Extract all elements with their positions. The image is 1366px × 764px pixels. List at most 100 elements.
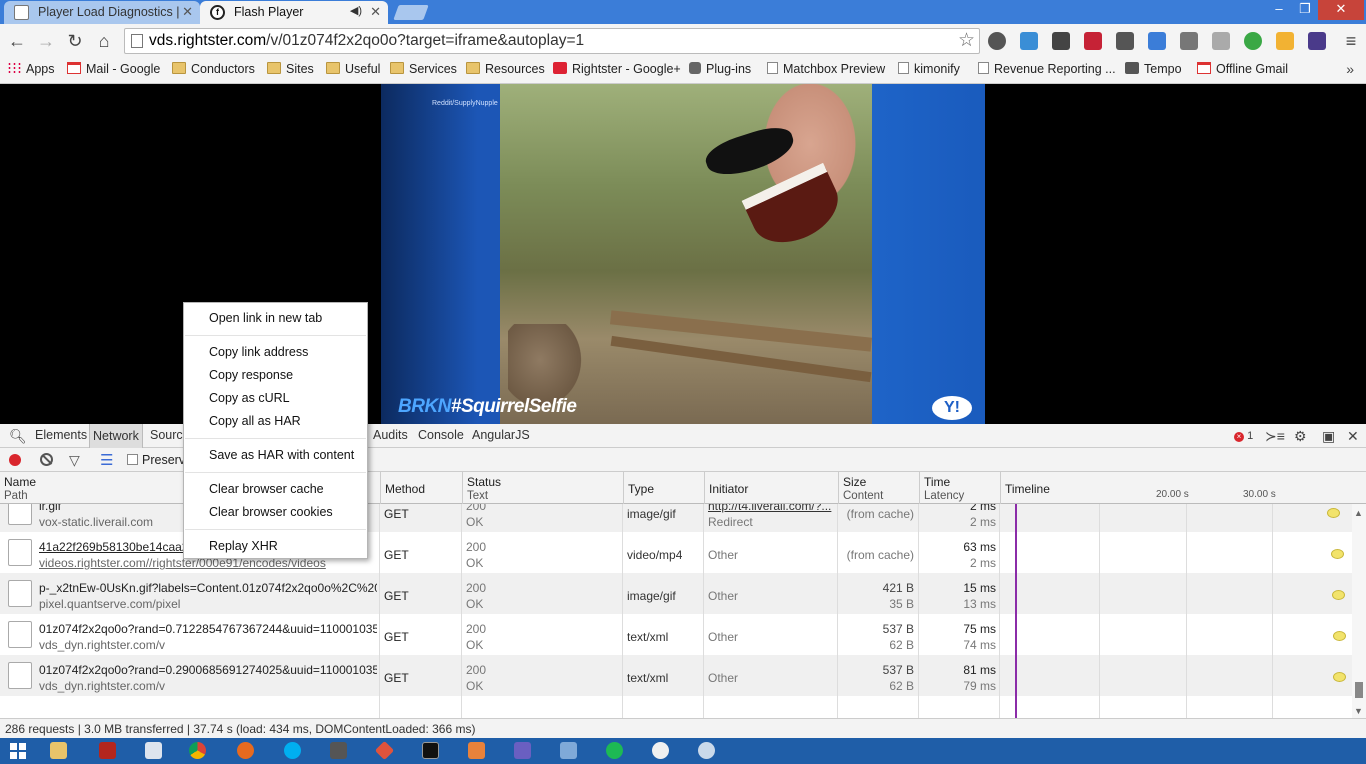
gear-icon[interactable]: ⚙	[1294, 428, 1307, 445]
column-time[interactable]: Time Latency	[919, 472, 1000, 504]
network-scrollbar[interactable]: ▲ ▼	[1352, 504, 1366, 718]
bookmark-useful[interactable]: Useful	[326, 62, 380, 76]
menu-copy-response[interactable]: Copy response	[209, 368, 293, 382]
tab-angularjs[interactable]: AngularJS	[472, 428, 530, 442]
window-close-button[interactable]: ✕	[1318, 0, 1364, 20]
column-size[interactable]: Size Content	[838, 472, 919, 504]
folder-icon	[390, 62, 404, 74]
taskbar-item[interactable]	[177, 739, 217, 763]
tab-player-load-diagnostics[interactable]: Player Load Diagnostics | ✕	[4, 1, 200, 24]
column-method[interactable]: Method	[380, 472, 462, 504]
taskbar-item[interactable]	[225, 739, 265, 763]
reload-icon[interactable]: ↻	[64, 30, 86, 52]
menu-copy-all-as-har[interactable]: Copy all as HAR	[209, 414, 301, 428]
table-row[interactable]: 01z074f2x2qo0o?rand=0.7122854767367244&u…	[0, 614, 1352, 655]
record-button[interactable]	[9, 454, 21, 466]
screenshot-extension-icon[interactable]	[1148, 32, 1166, 50]
lastpass-extension-icon[interactable]	[1084, 32, 1102, 50]
bookmark-services[interactable]: Services	[390, 62, 457, 76]
windows-start-icon[interactable]	[10, 743, 26, 759]
initiator-link[interactable]: http://t4.liverail.com/?...	[708, 504, 834, 513]
scrollbar-thumb[interactable]	[1355, 682, 1363, 698]
incognito-extension-icon[interactable]	[1052, 32, 1070, 50]
bookmark-resources[interactable]: Resources	[466, 62, 545, 76]
taskbar-item[interactable]	[38, 739, 78, 763]
filter-icon[interactable]: ▽	[69, 452, 80, 469]
console-drawer-icon[interactable]: ≻≡	[1265, 428, 1285, 445]
taskbar-item[interactable]	[87, 739, 127, 763]
preserve-log-checkbox[interactable]	[127, 454, 138, 465]
taskbar-item[interactable]	[318, 739, 358, 763]
close-icon[interactable]: ✕	[182, 4, 193, 20]
bookmark-revenue-reporting[interactable]: Revenue Reporting ...	[978, 62, 1116, 76]
menu-open-link-new-tab[interactable]: Open link in new tab	[209, 311, 322, 325]
scroll-up-icon[interactable]: ▲	[1354, 508, 1363, 518]
bookmark-conductors[interactable]: Conductors	[172, 62, 255, 76]
taskbar-item[interactable]	[502, 739, 542, 763]
taskbar-item[interactable]	[640, 739, 680, 763]
new-tab-button[interactable]	[393, 5, 429, 20]
column-status[interactable]: Status Text	[462, 472, 623, 504]
bookmark-plug-ins[interactable]: Plug-ins	[689, 62, 751, 76]
tab-flash-player[interactable]: f Flash Player ◀) ✕	[200, 1, 388, 24]
bookmark-kimonify[interactable]: kimonify	[898, 62, 960, 76]
extension-icon[interactable]	[1308, 32, 1326, 50]
column-initiator[interactable]: Initiator	[704, 472, 838, 504]
recycle-extension-icon[interactable]	[988, 32, 1006, 50]
bookmark-matchbox-preview[interactable]: Matchbox Preview	[767, 62, 885, 76]
taskbar-item[interactable]	[364, 739, 404, 763]
taskbar-item[interactable]	[548, 739, 588, 763]
close-icon[interactable]: ✕	[370, 4, 381, 20]
bookmark-apps[interactable]: Apps	[7, 62, 55, 76]
menu-copy-link-address[interactable]: Copy link address	[209, 345, 308, 359]
bookmark-sites[interactable]: Sites	[267, 62, 314, 76]
menu-clear-browser-cache[interactable]: Clear browser cache	[209, 482, 324, 496]
taskbar-item[interactable]	[410, 739, 450, 763]
error-counter[interactable]: × 1	[1234, 430, 1253, 442]
menu-clear-browser-cookies[interactable]: Clear browser cookies	[209, 505, 333, 519]
tab-audits[interactable]: Audits	[373, 428, 408, 442]
column-type[interactable]: Type	[623, 472, 704, 504]
clear-button[interactable]	[40, 453, 53, 466]
timeline-gridline	[1186, 504, 1187, 718]
taskbar-item[interactable]	[272, 739, 312, 763]
bookmark-offline-gmail[interactable]: Offline Gmail	[1197, 62, 1288, 76]
chrome-icon	[189, 742, 206, 759]
bookmark-rightster-google-plus[interactable]: Rightster - Google+	[553, 62, 681, 76]
scroll-down-icon[interactable]: ▼	[1354, 706, 1363, 716]
bookmark-tempo[interactable]: Tempo	[1125, 62, 1182, 76]
pocket-extension-icon[interactable]	[1116, 32, 1134, 50]
linkedin-extension-icon[interactable]	[1212, 32, 1230, 50]
menu-copy-as-curl[interactable]: Copy as cURL	[209, 391, 290, 405]
menu-save-as-har[interactable]: Save as HAR with content	[209, 448, 354, 462]
cast-extension-icon[interactable]	[1180, 32, 1198, 50]
maximize-button[interactable]: ❐	[1292, 0, 1318, 20]
minimize-button[interactable]: –	[1266, 0, 1292, 20]
taskbar-item[interactable]	[133, 739, 173, 763]
star-icon[interactable]: ☆	[958, 29, 975, 52]
drive-extension-icon[interactable]	[1276, 32, 1294, 50]
table-row[interactable]: 01z074f2x2qo0o?rand=0.2900685691274025&u…	[0, 655, 1352, 696]
forward-icon[interactable]: →	[35, 30, 57, 52]
taskbar-item[interactable]	[686, 739, 726, 763]
taskbar-item[interactable]	[456, 739, 496, 763]
refresh-extension-icon[interactable]	[1020, 32, 1038, 50]
tab-elements[interactable]: Elements	[35, 428, 87, 442]
evernote-extension-icon[interactable]	[1244, 32, 1262, 50]
back-icon[interactable]: ←	[6, 30, 28, 52]
more-bookmarks-icon[interactable]: »	[1346, 61, 1354, 77]
menu-icon[interactable]: ≡	[1340, 30, 1362, 52]
taskbar-item[interactable]	[594, 739, 634, 763]
close-icon[interactable]: ✕	[1347, 428, 1359, 445]
dock-icon[interactable]: ▣	[1322, 428, 1335, 445]
address-bar[interactable]: vds.rightster.com/v/01z074f2x2qo0o?targe…	[124, 28, 980, 54]
inspect-search-icon[interactable]: 🔍︎	[9, 428, 27, 445]
home-icon[interactable]: ⌂	[93, 30, 115, 52]
bookmark-mail-google[interactable]: Mail - Google	[67, 62, 160, 76]
tab-console[interactable]: Console	[418, 428, 464, 442]
table-row[interactable]: p-_x2tnEw-0UsKn.gif?labels=Content.01z07…	[0, 573, 1352, 614]
column-timeline[interactable]: Timeline 20.00 s 30.00 s	[1000, 472, 1366, 504]
tab-network[interactable]: Network	[89, 424, 143, 448]
large-rows-icon[interactable]: ☰	[100, 451, 113, 469]
menu-replay-xhr[interactable]: Replay XHR	[209, 539, 278, 553]
